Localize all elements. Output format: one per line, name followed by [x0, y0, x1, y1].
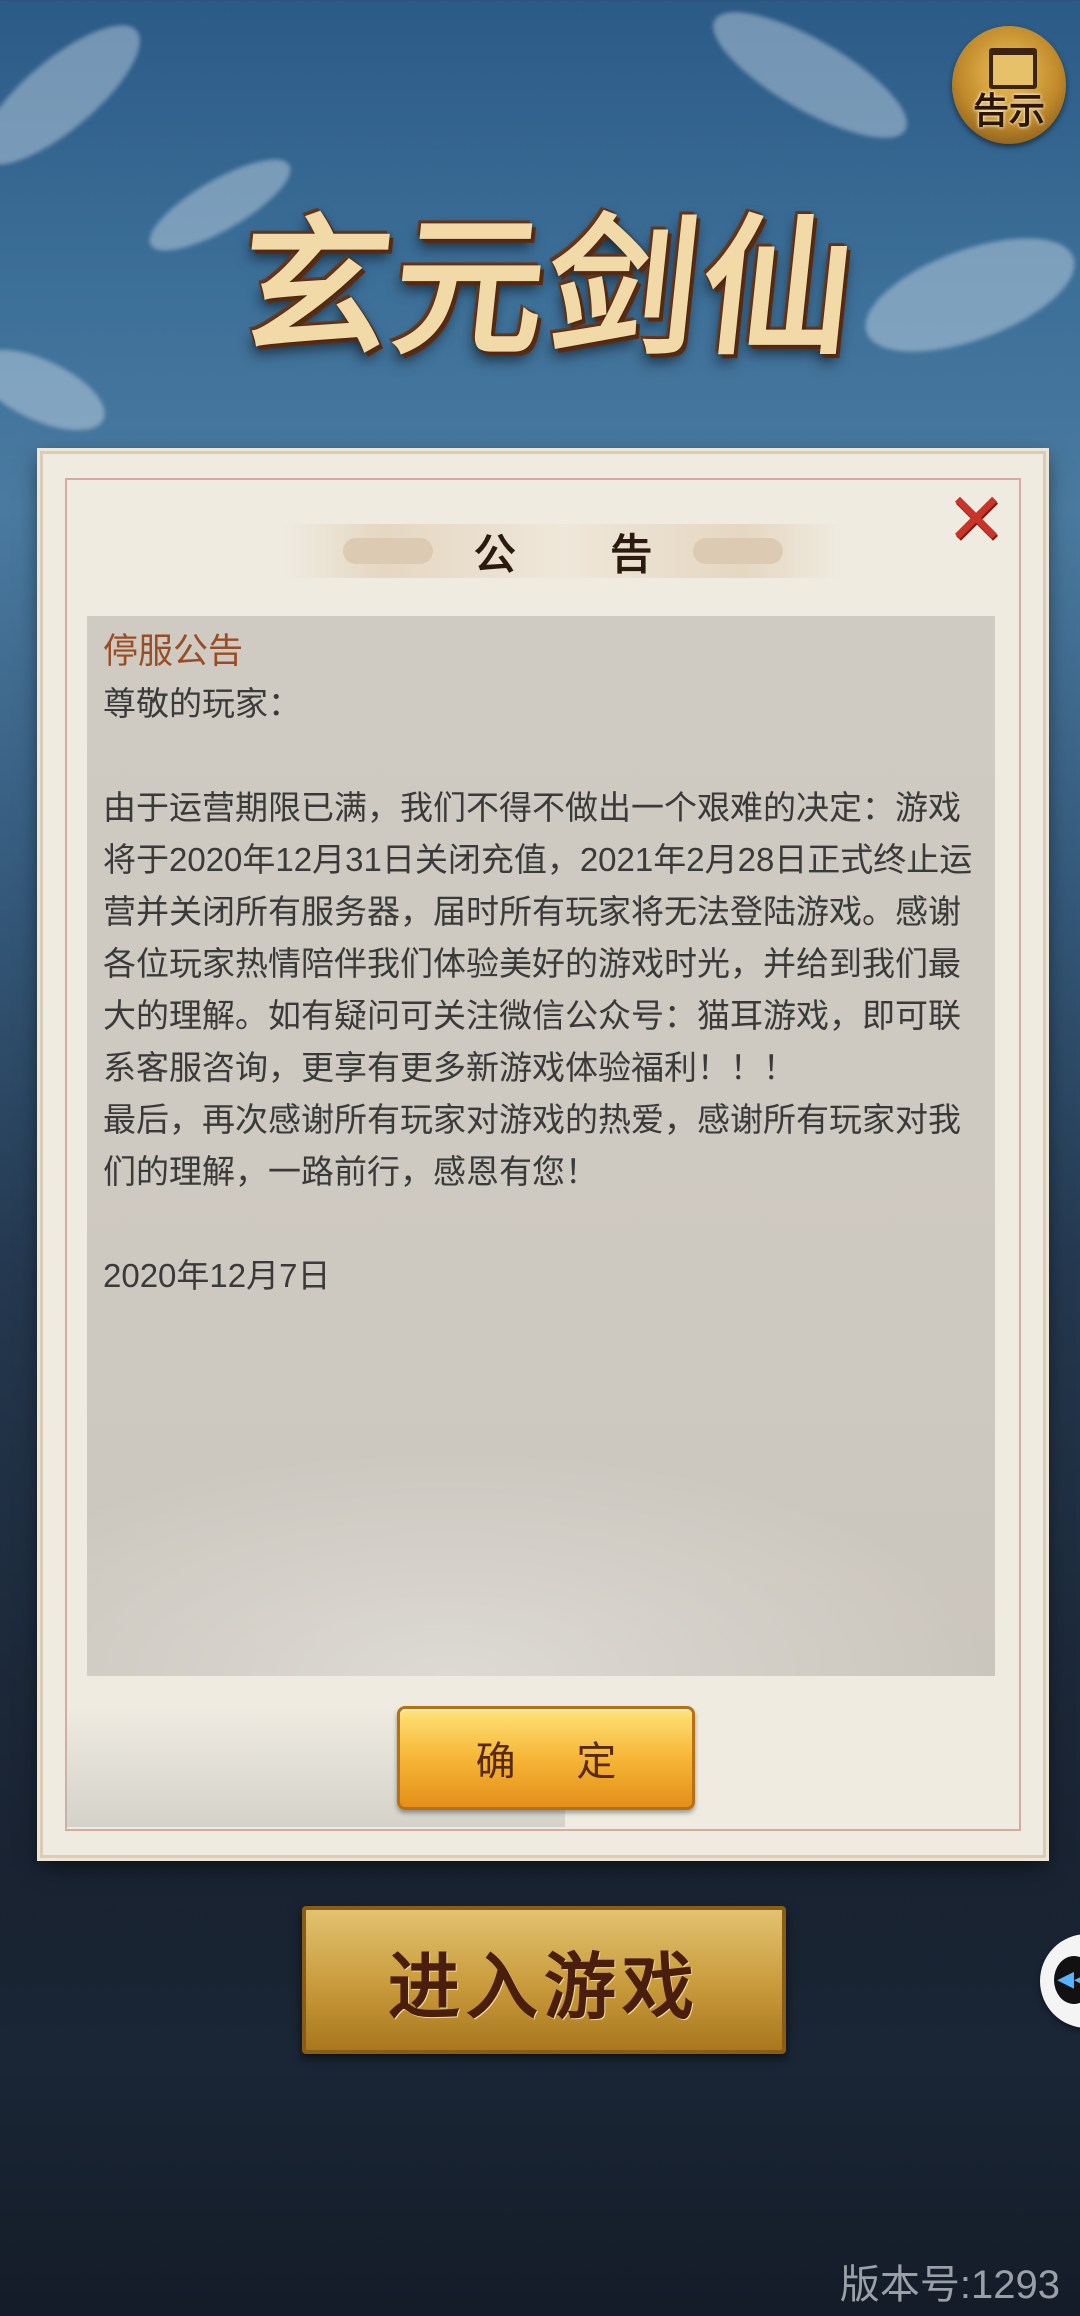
confirm-button-label: 确 定	[475, 1739, 641, 1785]
scroll-notice-icon	[989, 48, 1037, 89]
enter-game-button[interactable]: 进入游戏	[302, 1906, 786, 2054]
notice-button[interactable]: 告示	[952, 26, 1066, 144]
announcement-text-area: 停服公告尊敬的玩家： 由于运营期限已满，我们不得不做出一个艰难的决定：游戏将于2…	[103, 626, 981, 1302]
game-logo-text: 玄元剑仙	[231, 199, 866, 376]
close-button[interactable]: ✕	[941, 477, 1011, 561]
bg-feather	[697, 0, 923, 161]
confirm-button[interactable]: 确 定	[397, 1706, 695, 1810]
game-logo: 玄元剑仙	[190, 150, 910, 400]
announcement-heading: 停服公告	[103, 632, 244, 671]
dialog-title: 公 告	[473, 529, 693, 579]
notice-button-label: 告示	[972, 90, 1045, 132]
bg-feather	[0, 3, 160, 187]
version-label: 版本号:1293	[839, 2263, 1060, 2307]
dialog-title-bar: 公 告	[283, 524, 843, 579]
announcement-dialog: 公 告 ✕ 停服公告尊敬的玩家： 由于运营期限已满，我们不得不做出一个艰难的决定…	[40, 451, 1046, 1858]
close-x-icon: ✕	[945, 477, 1007, 561]
announcement-content[interactable]: 停服公告尊敬的玩家： 由于运营期限已满，我们不得不做出一个艰难的决定：游戏将于2…	[87, 616, 995, 1676]
enter-game-label: 进入游戏	[387, 1943, 700, 2029]
rewind-icon: ◀◀	[1054, 1956, 1080, 2004]
announcement-body: 尊敬的玩家： 由于运营期限已满，我们不得不做出一个艰难的决定：游戏将于2020年…	[103, 685, 973, 1294]
bg-feather	[0, 333, 117, 447]
